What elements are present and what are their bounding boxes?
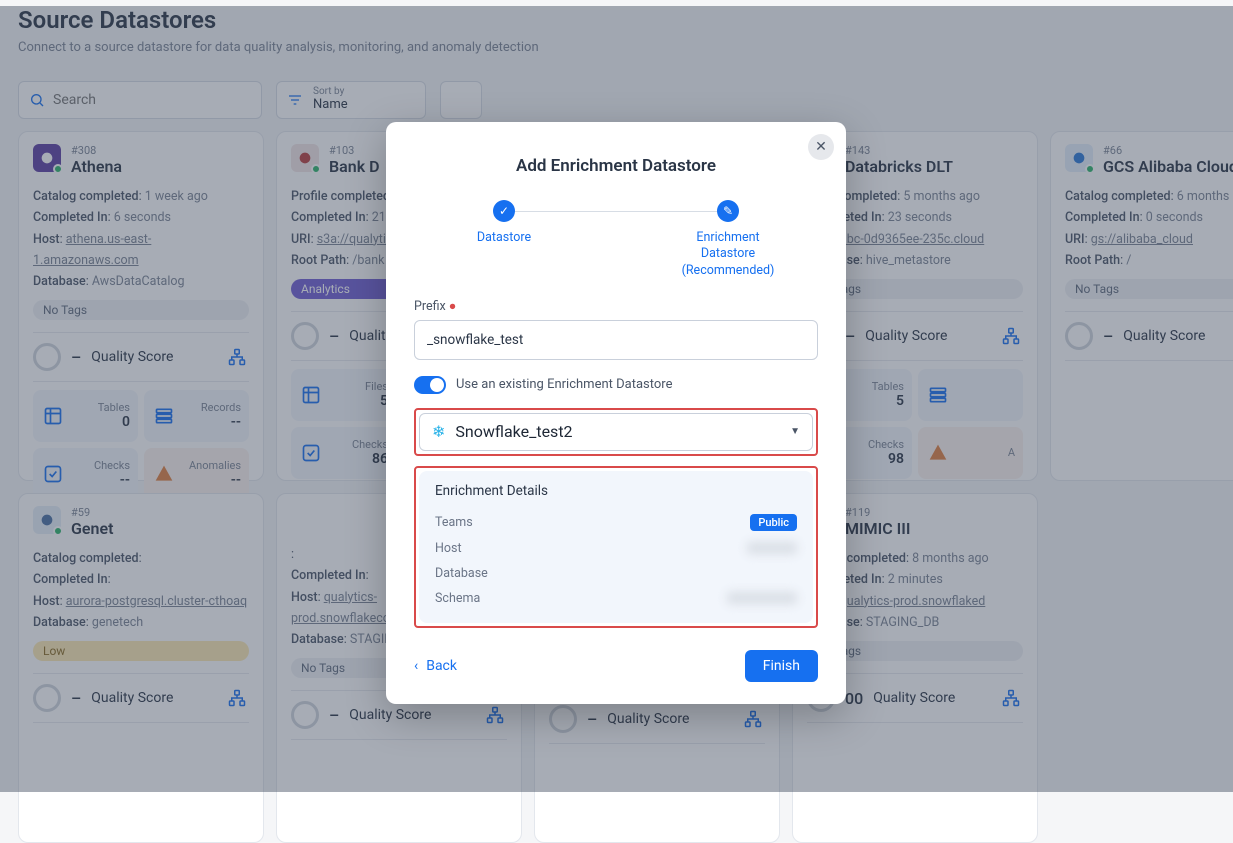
- chevron-down-icon: ▼: [790, 426, 800, 437]
- redacted-value: [727, 592, 797, 604]
- modal-title: Add Enrichment Datastore: [414, 156, 818, 176]
- check-icon: ✓: [493, 200, 515, 222]
- enrichment-details: Enrichment Details TeamsPublic Host Data…: [419, 471, 813, 623]
- chevron-left-icon: ‹: [414, 658, 418, 674]
- snowflake-icon: ❄: [432, 422, 445, 441]
- use-existing-toggle[interactable]: [414, 376, 446, 394]
- prefix-label: Prefix ●: [414, 299, 818, 314]
- back-button[interactable]: ‹ Back: [414, 658, 457, 674]
- add-enrichment-modal: ✕ Add Enrichment Datastore ✓ Datastore ✎…: [386, 122, 846, 704]
- step-enrichment[interactable]: ✎ Enrichment Datastore(Recommended): [668, 200, 788, 279]
- public-badge: Public: [750, 514, 797, 531]
- redacted-value: [747, 542, 797, 554]
- toggle-label: Use an existing Enrichment Datastore: [456, 377, 672, 392]
- prefix-input[interactable]: [414, 320, 818, 360]
- enrichment-select[interactable]: ❄ Snowflake_test2 ▼: [419, 413, 813, 451]
- step-datastore[interactable]: ✓ Datastore: [444, 200, 564, 246]
- pencil-icon: ✎: [717, 200, 739, 222]
- close-icon[interactable]: ✕: [808, 134, 834, 160]
- finish-button[interactable]: Finish: [745, 650, 818, 682]
